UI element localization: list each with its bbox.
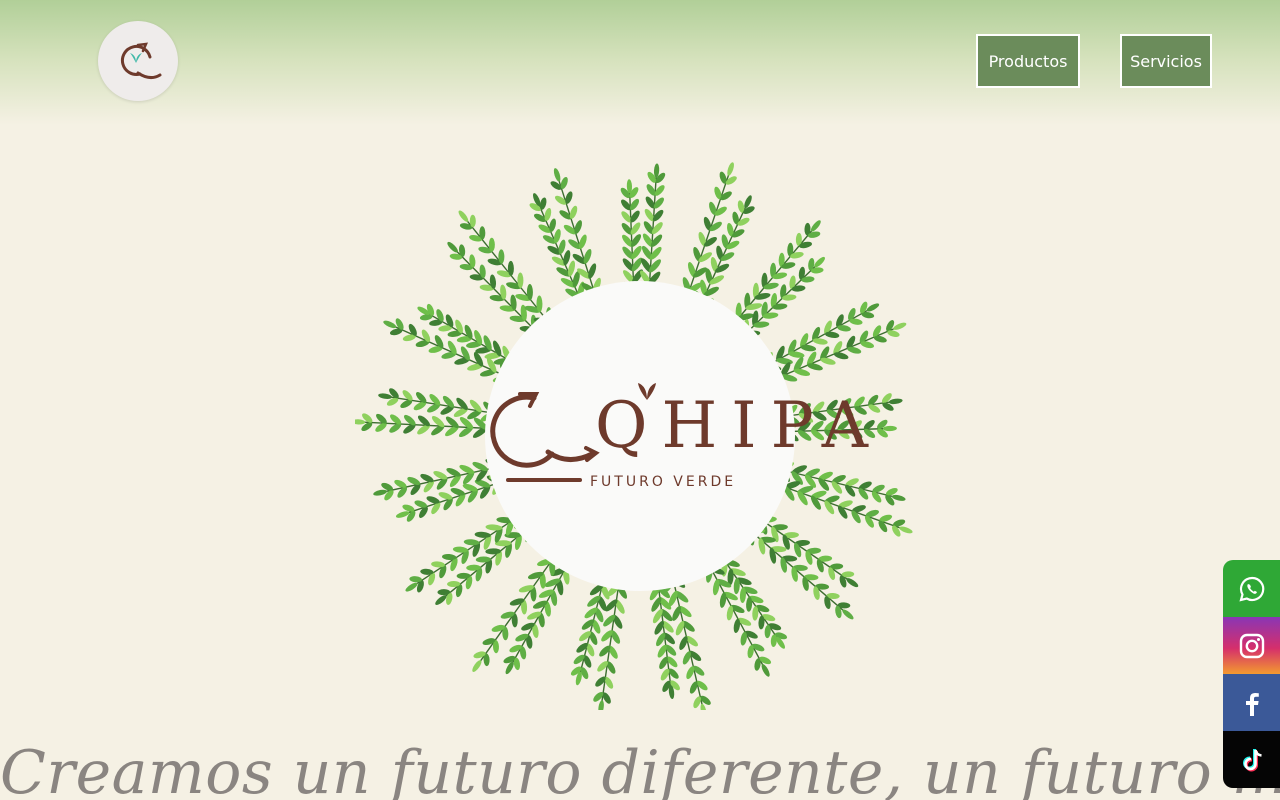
tiktok-button[interactable] (1223, 731, 1280, 788)
olive-branch (529, 193, 585, 308)
instagram-button[interactable] (1223, 617, 1280, 674)
whatsapp-button[interactable] (1223, 560, 1280, 617)
brand-logo: QHIPA FUTURO VERDE (490, 380, 868, 500)
landing-page: Productos Servicios QHIPA FUTURO VERDE C… (0, 0, 1280, 800)
olive-branch (640, 163, 666, 297)
whatsapp-icon (1238, 576, 1264, 602)
hero-tagline: Creamos un futuro diferente, un futuro m… (0, 738, 1280, 800)
nav-productos-button[interactable]: Productos (976, 34, 1080, 88)
facebook-icon (1245, 692, 1259, 716)
nav-servicios-button[interactable]: Servicios (1120, 34, 1212, 88)
brand-tagline: FUTURO VERDE (590, 474, 737, 490)
brand-name: QHIPA (595, 389, 882, 463)
tiktok-icon (1242, 748, 1262, 771)
instagram-icon (1239, 633, 1264, 658)
brand-arrow-q-icon (490, 392, 600, 482)
hero-logo: QHIPA FUTURO VERDE (355, 160, 925, 710)
qhipa-logo-icon (121, 42, 162, 80)
header: Productos Servicios (0, 0, 1280, 120)
logo-button[interactable] (98, 21, 178, 101)
olive-branch (771, 481, 913, 537)
facebook-button[interactable] (1223, 674, 1280, 731)
olive-branch (355, 413, 501, 438)
leaf-sprout-icon (638, 383, 656, 400)
